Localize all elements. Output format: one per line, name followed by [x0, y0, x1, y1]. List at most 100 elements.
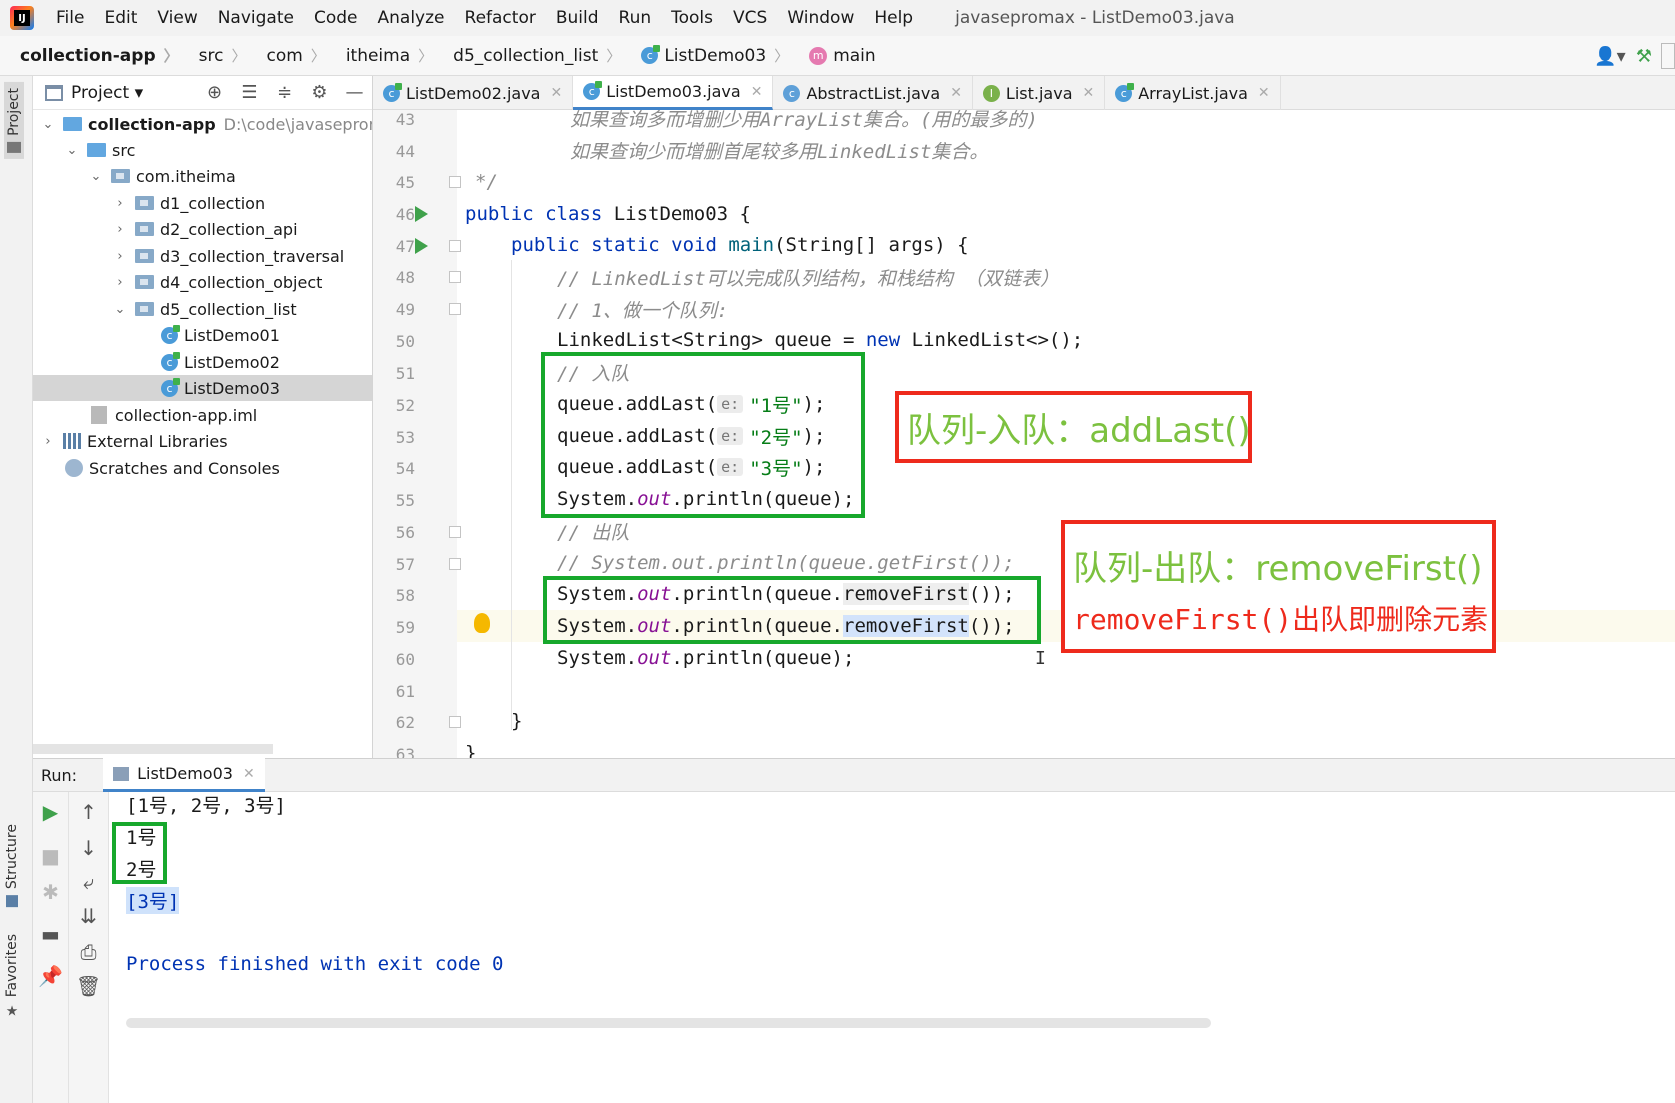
nav-toolbar: 👤▾ ⚒ [1593, 36, 1675, 76]
menu-file[interactable]: File [56, 8, 84, 28]
locate-icon[interactable]: ⊕ [197, 82, 232, 103]
project-view-selector[interactable]: Project ▾ [71, 83, 143, 103]
code-line-62: } [511, 710, 523, 732]
line-number: 61 [395, 682, 415, 701]
hide-icon[interactable]: — [337, 82, 372, 103]
run-tab-listdemo03[interactable]: ListDemo03 ✕ [103, 758, 265, 792]
run-config-dropdown[interactable] [1661, 43, 1675, 69]
chevron-right-icon[interactable]: › [113, 196, 127, 211]
line-number: 47 [395, 237, 415, 256]
close-icon[interactable]: ✕ [1258, 85, 1270, 101]
favorites-tool-tab[interactable]: ★ Favorites [4, 934, 20, 1019]
close-icon[interactable]: ✕ [950, 85, 962, 101]
tree-item-iml[interactable]: collection-app.iml [91, 402, 257, 428]
menu-tools[interactable]: Tools [671, 8, 713, 28]
tree-item-collection-app[interactable]: ⌄ collection-app D:\code\javasepromax [41, 111, 372, 137]
breadcrumb-com[interactable]: com 〉 [266, 45, 325, 66]
close-icon[interactable]: ✕ [243, 766, 255, 782]
user-icon[interactable]: 👤▾ [1593, 41, 1627, 71]
fold-marker-icon[interactable] [449, 558, 461, 570]
fold-marker-icon[interactable] [449, 240, 461, 252]
chevron-down-icon[interactable]: ⌄ [113, 302, 127, 317]
soft-wrap-icon[interactable]: ⤶ [69, 870, 108, 894]
menu-code[interactable]: Code [314, 8, 358, 28]
fold-marker-icon[interactable] [449, 526, 461, 538]
expand-all-icon[interactable]: ☰ [232, 82, 267, 103]
tree-item-listdemo02[interactable]: c ListDemo02 [161, 349, 280, 375]
breadcrumb-src[interactable]: src 〉 [199, 45, 247, 66]
close-icon[interactable]: ✕ [550, 85, 562, 101]
tree-item-d2-collection-api[interactable]: › d2_collection_api [113, 216, 297, 242]
stop-icon[interactable]: ■ [33, 844, 68, 868]
folder-icon [7, 141, 21, 153]
lightbulb-icon[interactable] [474, 613, 490, 633]
print-icon[interactable]: ⎙ [69, 940, 108, 964]
menu-analyze[interactable]: Analyze [378, 8, 445, 28]
run-gutter-icon[interactable] [415, 206, 428, 222]
tree-item-d1-collection[interactable]: › d1_collection [113, 190, 265, 216]
menu-window[interactable]: Window [787, 8, 854, 28]
rerun-icon[interactable]: ▶ [33, 800, 68, 824]
breadcrumb-package[interactable]: d5_collection_list 〉 [453, 45, 621, 66]
fold-marker-icon[interactable] [449, 716, 461, 728]
menu-view[interactable]: View [157, 8, 197, 28]
arrow-down-icon[interactable]: ↓ [69, 836, 108, 860]
trash-icon[interactable]: 🗑 [69, 974, 108, 998]
project-tool-tab[interactable]: Project [4, 82, 24, 159]
arrow-up-icon[interactable]: ↑ [69, 800, 108, 824]
close-icon[interactable]: ✕ [1083, 85, 1095, 101]
tab-arraylist[interactable]: c ArrayList.java ✕ [1105, 76, 1281, 110]
menu-edit[interactable]: Edit [104, 8, 137, 28]
menu-navigate[interactable]: Navigate [218, 8, 294, 28]
breadcrumb-module[interactable]: collection-app 〉 [20, 45, 179, 66]
chevron-down-icon[interactable]: ⌄ [41, 117, 55, 132]
menu-refactor[interactable]: Refactor [465, 8, 536, 28]
code-line-44: 如果查询少而增删首尾较多用LinkedList集合。 [570, 140, 989, 163]
tab-listdemo02[interactable]: c ListDemo02.java ✕ [373, 76, 574, 110]
run-toolbar-primary: ▶ ■ ✱ ▬ 📌 [33, 792, 69, 1103]
close-icon[interactable]: ✕ [751, 84, 763, 100]
scroll-to-end-icon[interactable]: ⇊ [69, 904, 108, 928]
menu-run[interactable]: Run [619, 8, 652, 28]
menu-help[interactable]: Help [874, 8, 913, 28]
tab-list[interactable]: I List.java ✕ [973, 76, 1106, 110]
tree-item-scratches[interactable]: Scratches and Consoles [65, 455, 280, 481]
chevron-right-icon[interactable]: › [41, 434, 55, 449]
layout-icon[interactable]: ▬ [33, 922, 68, 946]
console-hscrollbar[interactable] [126, 1018, 1211, 1028]
fold-marker-icon[interactable] [449, 303, 461, 315]
menu-build[interactable]: Build [556, 8, 599, 28]
breadcrumb-class[interactable]: c ListDemo03 〉 [641, 45, 789, 66]
tree-item-listdemo01[interactable]: c ListDemo01 [161, 322, 280, 348]
structure-tool-tab[interactable]: Structure [4, 824, 20, 908]
tree-item-d3-collection-traversal[interactable]: › d3_collection_traversal [113, 243, 344, 269]
chevron-right-icon[interactable]: › [113, 275, 127, 290]
gear-icon[interactable]: ⚙ [302, 82, 337, 103]
chevron-down-icon[interactable]: ⌄ [89, 169, 103, 184]
tree-item-d4-collection-object[interactable]: › d4_collection_object [113, 269, 322, 295]
tab-abstractlist[interactable]: c AbstractList.java ✕ [773, 76, 973, 110]
debug-icon[interactable]: ✱ [33, 880, 68, 904]
menubar: IJ File Edit View Navigate Code Analyze … [0, 0, 1675, 36]
tree-item-listdemo03[interactable]: c ListDemo03 [33, 375, 372, 401]
window-title: javasepromax - ListDemo03.java [955, 8, 1235, 28]
tree-item-d5-collection-list[interactable]: ⌄ d5_collection_list [113, 296, 297, 322]
code-editor[interactable]: 43 44 45 46 47 48 49 50 51 52 53 54 55 5… [373, 110, 1675, 758]
breadcrumb-method[interactable]: m main [809, 46, 876, 66]
fold-marker-icon[interactable] [449, 271, 461, 283]
tree-item-external-libraries[interactable]: › External Libraries [41, 428, 227, 454]
run-gutter-icon[interactable] [415, 238, 428, 254]
tree-item-com-itheima[interactable]: ⌄ com.itheima [89, 163, 236, 189]
menu-vcs[interactable]: VCS [733, 8, 767, 28]
pin-icon[interactable]: 📌 [33, 964, 68, 988]
collapse-all-icon[interactable]: ≑ [267, 82, 302, 103]
chevron-down-icon[interactable]: ⌄ [65, 143, 79, 158]
project-hscrollbar[interactable] [33, 744, 273, 754]
fold-marker-icon[interactable] [449, 176, 461, 188]
breadcrumb-itheima[interactable]: itheima 〉 [346, 45, 433, 66]
build-hammer-icon[interactable]: ⚒ [1627, 41, 1661, 71]
chevron-right-icon[interactable]: › [113, 249, 127, 264]
chevron-right-icon[interactable]: › [113, 222, 127, 237]
tree-item-src[interactable]: ⌄ src [65, 137, 136, 163]
tab-listdemo03[interactable]: c ListDemo03.java ✕ [573, 76, 774, 110]
